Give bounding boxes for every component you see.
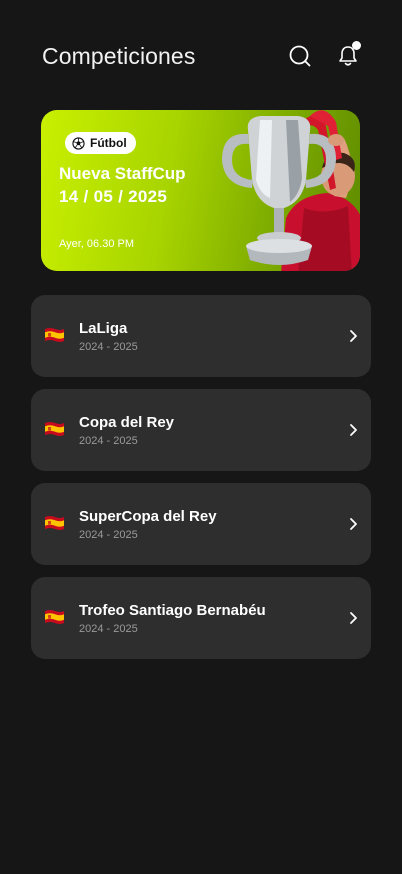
spain-flag-icon xyxy=(45,610,64,624)
spain-flag-icon xyxy=(45,516,64,530)
featured-date: 14 / 05 / 2025 xyxy=(59,187,168,206)
list-item[interactable]: Trofeo Santiago Bernabéu 2024 - 2025 xyxy=(31,577,371,659)
list-item[interactable]: Copa del Rey 2024 - 2025 xyxy=(31,389,371,471)
featured-time: Ayer, 06.30 PM xyxy=(59,238,135,250)
notifications-button[interactable] xyxy=(332,40,364,72)
notification-dot xyxy=(352,41,361,50)
featured-name: Nueva StaffCup xyxy=(59,164,186,183)
spain-flag-icon xyxy=(45,328,64,342)
page-title: Competiciones xyxy=(42,43,196,69)
competition-name: Trofeo Santiago Bernabéu xyxy=(79,602,266,619)
competition-season: 2024 - 2025 xyxy=(79,435,138,447)
featured-competition-card[interactable]: Fútbol Nueva StaffCup 14 / 05 / 2025 Aye… xyxy=(41,110,360,271)
chevron-right-icon xyxy=(350,424,357,436)
trophy-player-image xyxy=(222,110,360,271)
app-header: Competiciones xyxy=(0,0,402,100)
search-icon xyxy=(289,45,311,67)
chevron-right-icon xyxy=(350,518,357,530)
soccer-ball-icon xyxy=(72,136,85,150)
category-label: Fútbol xyxy=(90,136,127,150)
competition-season: 2024 - 2025 xyxy=(79,529,138,541)
list-item[interactable]: LaLiga 2024 - 2025 xyxy=(31,295,371,377)
competition-name: SuperCopa del Rey xyxy=(79,508,217,525)
competition-name: LaLiga xyxy=(79,320,128,337)
competition-season: 2024 - 2025 xyxy=(79,341,138,353)
competition-season: 2024 - 2025 xyxy=(79,623,138,635)
spain-flag-icon xyxy=(45,422,64,436)
competition-name: Copa del Rey xyxy=(79,414,175,431)
list-item[interactable]: SuperCopa del Rey 2024 - 2025 xyxy=(31,483,371,565)
chevron-right-icon xyxy=(350,612,357,624)
chevron-right-icon xyxy=(350,330,357,342)
category-chip: Fútbol xyxy=(65,132,136,154)
search-button[interactable] xyxy=(284,40,316,72)
